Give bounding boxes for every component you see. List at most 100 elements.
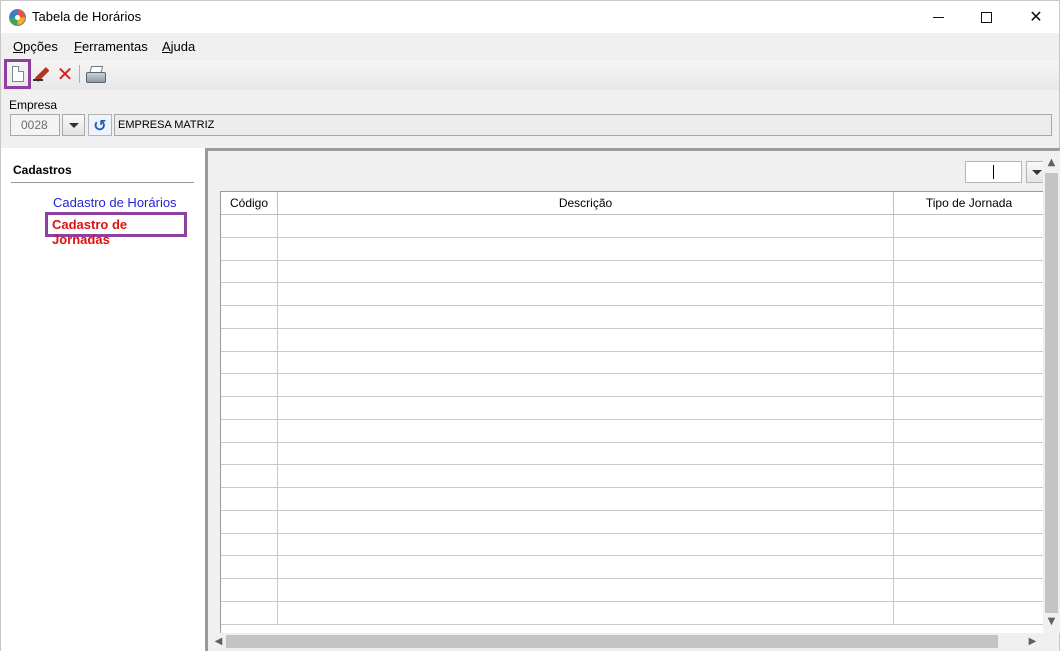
minimize-button[interactable] [915,1,961,33]
column-header-tipo-jornada[interactable]: Tipo de Jornada [894,192,1043,214]
table-cell[interactable] [278,328,894,351]
table-cell[interactable] [894,352,1043,374]
table-cell[interactable] [221,419,278,442]
table-cell[interactable] [894,238,1043,260]
table-cell[interactable] [894,329,1043,351]
table-cell[interactable] [221,442,278,465]
table-cell[interactable] [278,510,894,533]
table-cell[interactable] [278,306,894,328]
close-button[interactable]: ✕ [1013,1,1059,33]
table-cell[interactable] [278,419,894,442]
table-row[interactable] [221,442,1043,466]
table-row[interactable] [221,215,1043,238]
table-row[interactable] [221,374,1043,397]
table-cell[interactable] [221,237,278,260]
new-button[interactable] [4,59,31,89]
vertical-scrollbar[interactable]: ▲ ▼ [1043,151,1060,633]
table-cell[interactable] [894,534,1043,556]
table-cell[interactable] [221,328,278,351]
table-cell[interactable] [221,601,278,624]
menu-opcoes[interactable]: Opções [13,39,58,54]
menu-ferramentas[interactable]: Ferramentas [74,39,148,54]
scroll-left-icon[interactable]: ◀ [210,633,227,650]
table-cell[interactable] [221,533,278,556]
table-cell[interactable] [221,397,278,419]
table-cell[interactable] [278,374,894,396]
table-cell[interactable] [894,397,1043,419]
table-cell[interactable] [278,465,894,487]
empresa-dropdown-button[interactable] [62,114,85,136]
table-cell[interactable] [221,465,278,487]
scroll-right-icon[interactable]: ▶ [1024,633,1041,650]
table-cell[interactable] [278,442,894,465]
delete-button[interactable]: ✕ [53,61,77,87]
filter-input[interactable] [965,161,1022,183]
table-row[interactable] [221,601,1043,625]
table-cell[interactable] [221,579,278,601]
table-row[interactable] [221,283,1043,306]
table-cell[interactable] [221,283,278,305]
table-row[interactable] [221,260,1043,284]
table-cell[interactable] [221,556,278,578]
table-cell[interactable] [221,306,278,328]
scroll-up-icon[interactable]: ▲ [1043,154,1060,171]
table-cell[interactable] [278,579,894,601]
table-cell[interactable] [894,465,1043,487]
table-cell[interactable] [221,510,278,533]
table-cell[interactable] [894,511,1043,533]
table-row[interactable] [221,510,1043,534]
table-cell[interactable] [278,260,894,283]
column-header-codigo[interactable]: Código [221,192,278,214]
table-cell[interactable] [894,579,1043,601]
table-cell[interactable] [221,374,278,396]
table-cell[interactable] [894,283,1043,305]
table-cell[interactable] [894,488,1043,510]
table-cell[interactable] [894,215,1043,237]
table-cell[interactable] [894,602,1043,624]
vertical-scroll-thumb[interactable] [1045,173,1058,613]
column-header-descricao[interactable]: Descrição [278,192,894,214]
table-cell[interactable] [278,556,894,578]
table-cell[interactable] [278,397,894,419]
table-row[interactable] [221,419,1043,443]
scroll-down-icon[interactable]: ▼ [1043,613,1060,630]
link-cadastro-jornadas[interactable]: Cadastro de Jornadas [45,212,187,247]
table-cell[interactable] [894,420,1043,442]
table-cell[interactable] [278,283,894,305]
table-cell[interactable] [278,351,894,374]
table-cell[interactable] [278,488,894,510]
table-cell[interactable] [894,261,1043,283]
menu-ajuda[interactable]: Ajuda [162,39,195,54]
table-row[interactable] [221,397,1043,420]
table-cell[interactable] [894,443,1043,465]
table-row[interactable] [221,488,1043,511]
table-cell[interactable] [278,533,894,556]
table-cell[interactable] [894,306,1043,328]
table-row[interactable] [221,328,1043,352]
table-row[interactable] [221,579,1043,602]
edit-button[interactable] [29,61,53,87]
horizontal-scroll-thumb[interactable] [226,635,998,648]
empresa-code-field[interactable]: 0028 [10,114,60,136]
table-cell[interactable] [278,601,894,624]
table-cell[interactable] [221,260,278,283]
table-cell[interactable] [894,556,1043,578]
table-row[interactable] [221,237,1043,261]
table-cell[interactable] [221,351,278,374]
table-cell[interactable] [894,374,1043,396]
table-cell[interactable] [278,215,894,237]
table-row[interactable] [221,533,1043,557]
horizontal-scrollbar[interactable]: ◀ ▶ [208,633,1043,650]
table-row[interactable] [221,351,1043,375]
table-cell[interactable] [221,488,278,510]
data-grid[interactable]: Código Descrição Tipo de Jornada [220,191,1043,633]
table-row[interactable] [221,556,1043,579]
link-cadastro-horarios[interactable]: Cadastro de Horários [53,195,177,210]
empresa-refresh-button[interactable]: ↺ [88,114,112,136]
table-cell[interactable] [221,215,278,237]
table-row[interactable] [221,306,1043,329]
table-row[interactable] [221,465,1043,488]
table-cell[interactable] [278,237,894,260]
maximize-button[interactable] [963,1,1009,33]
print-button[interactable] [83,61,107,87]
